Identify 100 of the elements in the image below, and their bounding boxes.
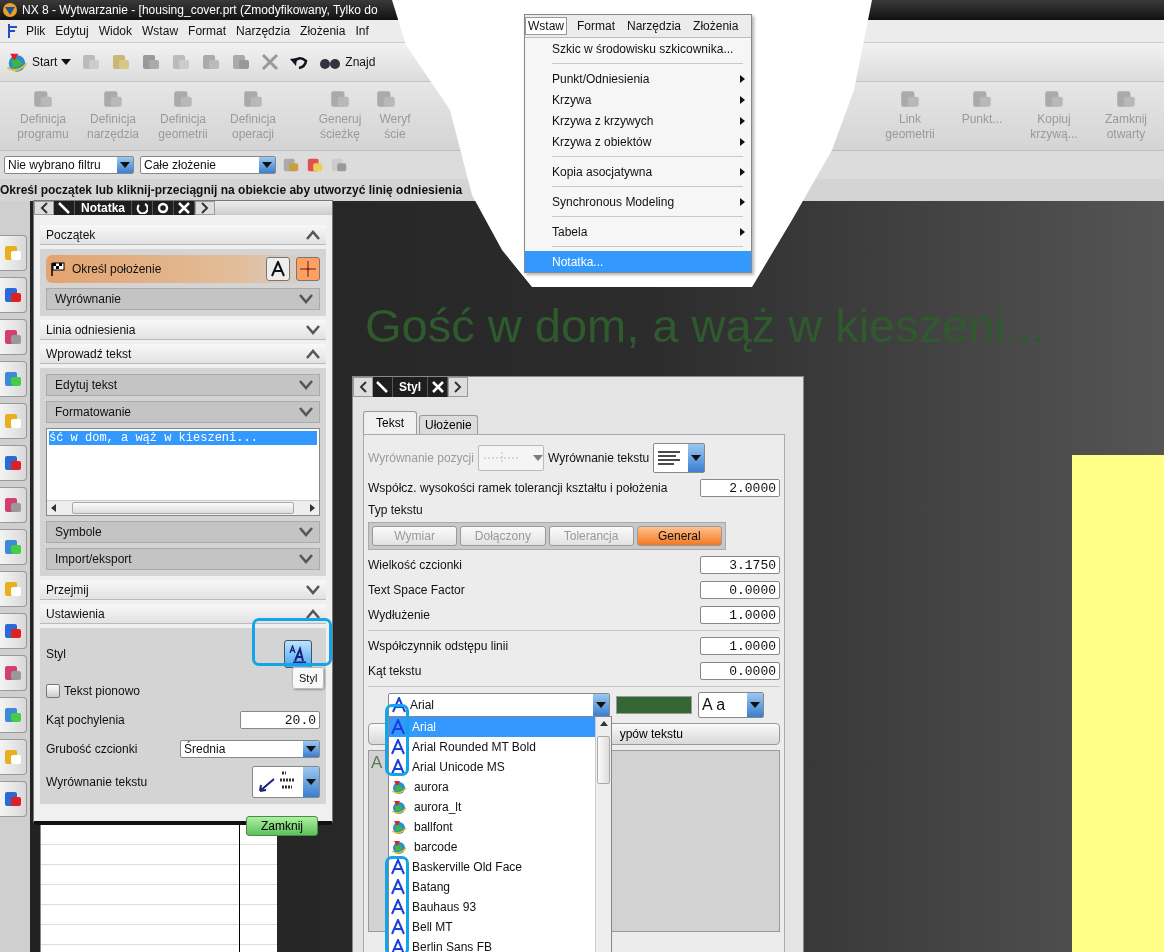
type-filter-dropdown[interactable]: Nie wybrano filtru bbox=[4, 156, 134, 174]
menu-item[interactable]: Edytuj bbox=[53, 23, 91, 39]
slant-angle-field[interactable]: 20.0 bbox=[240, 711, 320, 729]
menu-item[interactable]: Inf bbox=[353, 23, 371, 39]
checkbox[interactable] bbox=[46, 684, 60, 698]
resource-tab[interactable] bbox=[0, 529, 27, 565]
menu-item[interactable]: Narzędzia bbox=[234, 23, 293, 39]
tab[interactable]: Tekst bbox=[363, 411, 417, 434]
font-list-item[interactable]: ballfont bbox=[389, 817, 595, 837]
case-dropdown[interactable]: A a bbox=[698, 692, 764, 718]
font-list-item[interactable]: Bell MT bbox=[389, 917, 595, 937]
menu-item[interactable]: Kopia asocjatywna bbox=[525, 161, 751, 182]
pin-button[interactable] bbox=[54, 201, 75, 215]
dialog-title: Styl bbox=[393, 377, 428, 397]
back-button[interactable] bbox=[353, 377, 373, 397]
resource-tab[interactable] bbox=[0, 361, 27, 397]
scope-dropdown[interactable]: Całe złożenie bbox=[140, 156, 276, 174]
font-dropdown[interactable]: Arial bbox=[388, 693, 610, 717]
section-header[interactable]: Linia odniesienia bbox=[40, 320, 326, 340]
section-header[interactable]: Ustawienia bbox=[40, 604, 326, 624]
subsection-header[interactable]: Formatowanie bbox=[46, 401, 320, 423]
position-alignment-dropdown[interactable] bbox=[477, 445, 544, 471]
settings-button[interactable] bbox=[153, 201, 174, 215]
menu-item[interactable]: Format bbox=[186, 23, 229, 39]
number-field[interactable]: 0.0000 bbox=[700, 662, 780, 680]
number-field[interactable]: 1.0000 bbox=[700, 606, 780, 624]
font-list-item[interactable]: barcode bbox=[389, 837, 595, 857]
resource-tab[interactable] bbox=[0, 781, 27, 817]
menu-item[interactable]: Format bbox=[575, 18, 617, 34]
font-list-item[interactable]: Arial Rounded MT Bold bbox=[389, 737, 595, 757]
subsection-header[interactable]: Import/eksport bbox=[46, 548, 320, 570]
scrollbar-thumb[interactable] bbox=[597, 736, 610, 784]
delete-icon[interactable] bbox=[261, 53, 280, 71]
style-button[interactable] bbox=[284, 640, 312, 668]
scrollbar-thumb[interactable] bbox=[72, 502, 294, 514]
section-header[interactable]: Wprowadź tekst bbox=[40, 344, 326, 364]
menu-item[interactable]: Narzędzia bbox=[625, 18, 684, 34]
close-dialog-button[interactable]: Zamknij bbox=[246, 816, 318, 836]
menu-item[interactable]: Punkt/Odniesienia bbox=[525, 68, 751, 89]
subsection-header[interactable]: Symbole bbox=[46, 521, 320, 543]
menu-item[interactable]: Synchronous Modeling bbox=[525, 191, 751, 212]
resource-tab[interactable] bbox=[0, 235, 27, 271]
color-swatch[interactable] bbox=[616, 696, 692, 714]
pin-button[interactable] bbox=[372, 377, 393, 397]
resource-tab[interactable] bbox=[0, 487, 27, 523]
section-header[interactable]: Początek bbox=[40, 225, 326, 245]
menu-item[interactable]: Widok bbox=[96, 23, 135, 39]
menu-item[interactable]: Szkic w środowisku szkicownika... bbox=[525, 38, 751, 59]
menu-item[interactable]: Wstaw bbox=[525, 17, 567, 35]
text-alignment-dropdown[interactable] bbox=[653, 443, 706, 473]
close-button[interactable] bbox=[174, 201, 195, 215]
resource-tab[interactable] bbox=[0, 697, 27, 733]
font-list-item[interactable]: aurora_lt bbox=[389, 797, 595, 817]
font-list-item[interactable]: Bauhaus 93 bbox=[389, 897, 595, 917]
menu-item[interactable]: Tabela bbox=[525, 221, 751, 242]
menu-item[interactable]: Plik bbox=[24, 23, 48, 39]
subsection-header[interactable]: Edytuj tekst bbox=[46, 374, 320, 396]
tab[interactable]: Ułożenie bbox=[419, 415, 478, 434]
menu-item[interactable]: Krzywa bbox=[525, 89, 751, 110]
forward-button[interactable] bbox=[448, 377, 468, 397]
menu-item[interactable]: Wstaw bbox=[140, 23, 181, 39]
number-field[interactable]: 1.0000 bbox=[700, 637, 780, 655]
submenu-arrow-icon bbox=[740, 74, 745, 83]
menu-item[interactable]: Złożenia bbox=[298, 23, 348, 39]
resource-tab[interactable] bbox=[0, 445, 27, 481]
number-field[interactable]: 0.0000 bbox=[700, 581, 780, 599]
submenu-arrow-icon bbox=[740, 137, 745, 146]
section-header[interactable]: Przejmij bbox=[40, 580, 326, 600]
menu-item[interactable]: Krzywa z krzywych bbox=[525, 110, 751, 131]
resource-tab[interactable] bbox=[0, 571, 27, 607]
reset-button[interactable] bbox=[132, 201, 153, 215]
submenu-arrow-icon bbox=[740, 197, 745, 206]
resource-tab[interactable] bbox=[0, 739, 27, 775]
find-button[interactable]: Znajd bbox=[319, 54, 376, 70]
resource-tab[interactable] bbox=[0, 277, 27, 313]
forward-button[interactable] bbox=[195, 201, 215, 215]
back-button[interactable] bbox=[34, 201, 54, 215]
resource-tab[interactable] bbox=[0, 403, 27, 439]
specify-location-row[interactable]: Określ położenie bbox=[46, 255, 320, 283]
menu-item[interactable]: Złożenia bbox=[691, 18, 741, 34]
font-list-item[interactable]: aurora bbox=[389, 777, 595, 797]
point-button[interactable] bbox=[296, 257, 320, 281]
text-alignment-dropdown[interactable] bbox=[252, 766, 320, 798]
number-field[interactable]: 2.0000 bbox=[700, 479, 780, 497]
start-button[interactable]: Start bbox=[6, 51, 72, 73]
resource-tab[interactable] bbox=[0, 655, 27, 691]
close-button[interactable] bbox=[428, 377, 449, 397]
app-logo-icon bbox=[2, 2, 18, 18]
font-list-item[interactable]: Batang bbox=[389, 877, 595, 897]
text-type-button[interactable]: General bbox=[636, 526, 722, 546]
text-origin-button[interactable] bbox=[266, 257, 290, 281]
resource-tab[interactable] bbox=[0, 613, 27, 649]
number-field[interactable]: 3.1750 bbox=[700, 556, 780, 574]
font-weight-dropdown[interactable]: Średnia bbox=[180, 740, 320, 758]
resource-tab[interactable] bbox=[0, 319, 27, 355]
menu-item[interactable]: Krzywa z obiektów bbox=[525, 131, 751, 152]
subsection-header[interactable]: Wyrównanie bbox=[46, 288, 320, 310]
font-list-item[interactable]: Berlin Sans FB bbox=[389, 937, 595, 952]
dropdown-arrow-icon bbox=[691, 455, 702, 461]
scroll-right-icon bbox=[310, 504, 315, 512]
